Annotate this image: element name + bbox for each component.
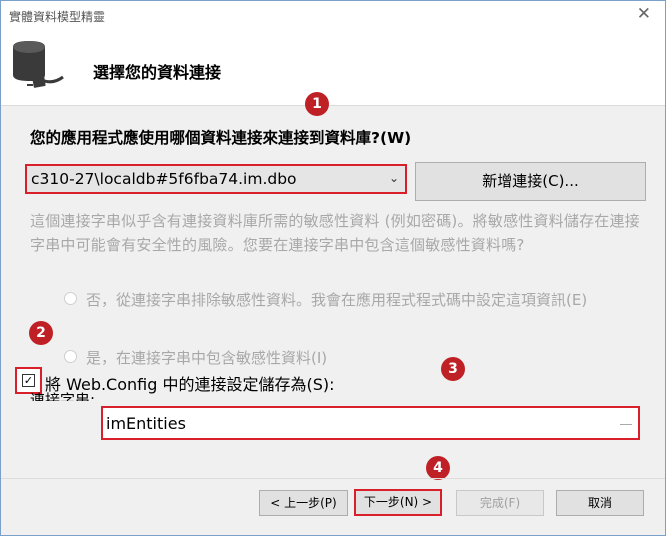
step-badge-2: 2 (29, 321, 53, 345)
next-button[interactable]: 下一步(N) > (354, 489, 442, 516)
radio-circle-icon (64, 350, 77, 363)
window-title: 實體資料模型精靈 (9, 10, 106, 24)
entity-name-input[interactable]: imEntities (101, 406, 640, 440)
entity-name-value: imEntities (106, 414, 186, 433)
wizard-header: 選擇您的資料連接 (1, 31, 665, 106)
step-badge-1: 1 (305, 92, 329, 116)
page-title: 選擇您的資料連接 (93, 63, 222, 82)
new-connection-button[interactable]: 新增連接(C)... (415, 162, 646, 201)
database-connection-icon (13, 41, 64, 88)
previous-button[interactable]: < 上一步(P) (259, 490, 348, 516)
radio-include-sensitive[interactable]: 是，在連接字串中包含敏感性資料(I) (64, 346, 464, 372)
step-badge-3: 3 (441, 357, 465, 381)
checkmark-icon: ✓ (22, 374, 35, 387)
title-bar: 實體資料模型精靈 ✕ (1, 1, 665, 31)
finish-button[interactable]: 完成(F) (456, 490, 544, 516)
radio-exclude-sensitive[interactable]: 否，從連接字串排除敏感性資料。我會在應用程式程式碼中設定這項資訊(E) (64, 288, 654, 338)
sensitive-data-description: 這個連接字串似乎含有連接資料庫所需的敏感性資料 (例如密碼)。將敏感性資料儲存在… (30, 212, 640, 254)
connection-question-label: 您的應用程式應使用哪個資料連接來連接到資料庫?(W) (30, 129, 412, 147)
connection-string-label: 連接字串: (30, 391, 96, 401)
cancel-button[interactable]: 取消 (556, 490, 644, 516)
connection-dropdown[interactable]: c310-27\localdb#5f6fba74.im.dbo ⌄ (25, 164, 407, 194)
radio-exclude-label: 否，從連接字串排除敏感性資料。我會在應用程式程式碼中設定這項資訊(E) (86, 291, 588, 309)
caret-icon (620, 424, 632, 425)
close-icon[interactable]: ✕ (637, 4, 651, 24)
chevron-down-icon: ⌄ (388, 171, 399, 185)
radio-include-label: 是，在連接字串中包含敏感性資料(I) (86, 349, 328, 367)
wizard-window: 實體資料模型精靈 ✕ 選擇您的資料連接 1 您的應用程式應使用哪個資料連接來連接… (0, 0, 666, 536)
connection-dropdown-value: c310-27\localdb#5f6fba74.im.dbo (31, 170, 297, 188)
footer-divider (1, 478, 665, 479)
radio-circle-icon (64, 292, 77, 305)
step-badge-4: 4 (426, 456, 450, 480)
